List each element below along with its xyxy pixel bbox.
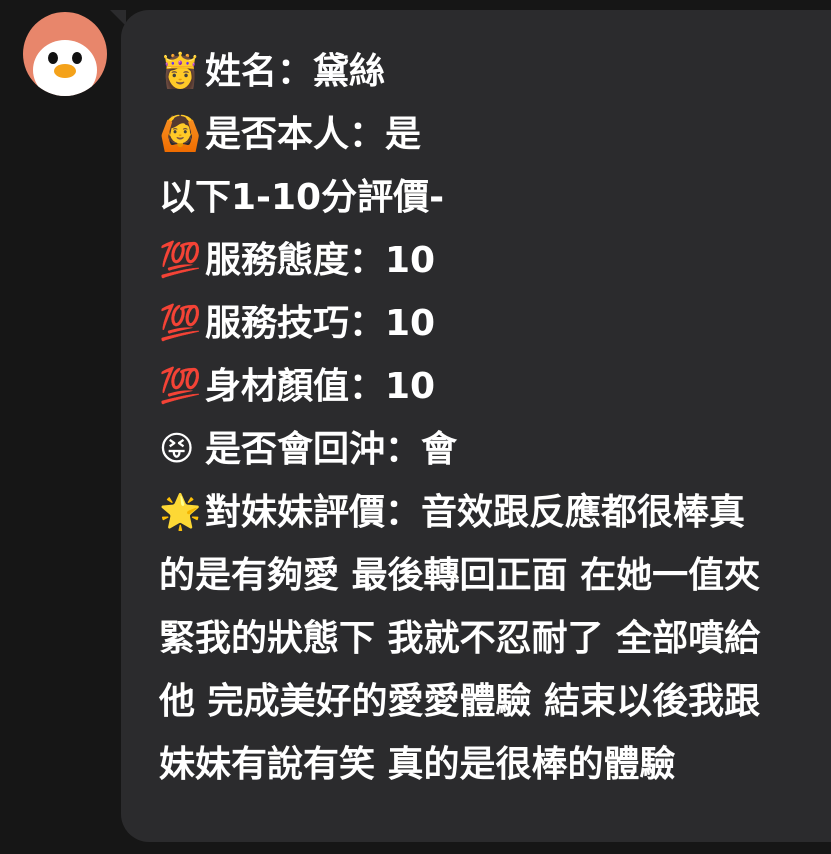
hundred-points-icon: 💯 (159, 240, 202, 280)
avatar[interactable] (23, 12, 107, 96)
rating-intro-text: 以下1-10分評價- (159, 177, 445, 218)
verified-text: 是否本人：是 (205, 114, 422, 155)
review-text: 對妹妹評價：音效跟反應都很棒真的是有夠愛 最後轉回正面 在她一值夾緊我的狀態下 … (159, 492, 761, 785)
name-text: 姓名：黛絲 (205, 51, 386, 92)
line-service-skill: 💯 服務技巧：10 (159, 292, 831, 355)
ok-gesture-emoji-icon: 🙆 (159, 114, 202, 154)
line-return: 😝 是否會回沖：會 (159, 418, 831, 481)
line-rating-intro: 以下1-10分評價- (159, 166, 831, 229)
hundred-points-icon: 💯 (159, 303, 202, 343)
return-text: 是否會回沖：會 (205, 429, 458, 470)
line-verified: 🙆 是否本人：是 (159, 103, 831, 166)
message-bubble[interactable]: 👸 姓名：黛絲 🙆 是否本人：是 以下1-10分評價- 💯 服務態度：10 💯 服務技巧… (121, 10, 831, 842)
service-attitude-text: 服務態度：10 (205, 240, 436, 281)
appearance-text: 身材顏值：10 (205, 366, 436, 407)
penguin-icon (23, 12, 107, 96)
line-name: 👸 姓名：黛絲 (159, 40, 831, 103)
princess-emoji-icon: 👸 (159, 51, 202, 91)
hundred-points-icon: 💯 (159, 366, 202, 406)
line-service-attitude: 💯 服務態度：10 (159, 229, 831, 292)
squinting-tongue-face-icon: 😝 (159, 429, 195, 469)
review-paragraph: 🌟 對妹妹評價：音效跟反應都很棒真的是有夠愛 最後轉回正面 在她一值夾緊我的狀態下… (159, 481, 777, 796)
service-skill-text: 服務技巧：10 (205, 303, 436, 344)
glowing-star-icon: 🌟 (159, 492, 202, 532)
line-appearance: 💯 身材顏值：10 (159, 355, 831, 418)
